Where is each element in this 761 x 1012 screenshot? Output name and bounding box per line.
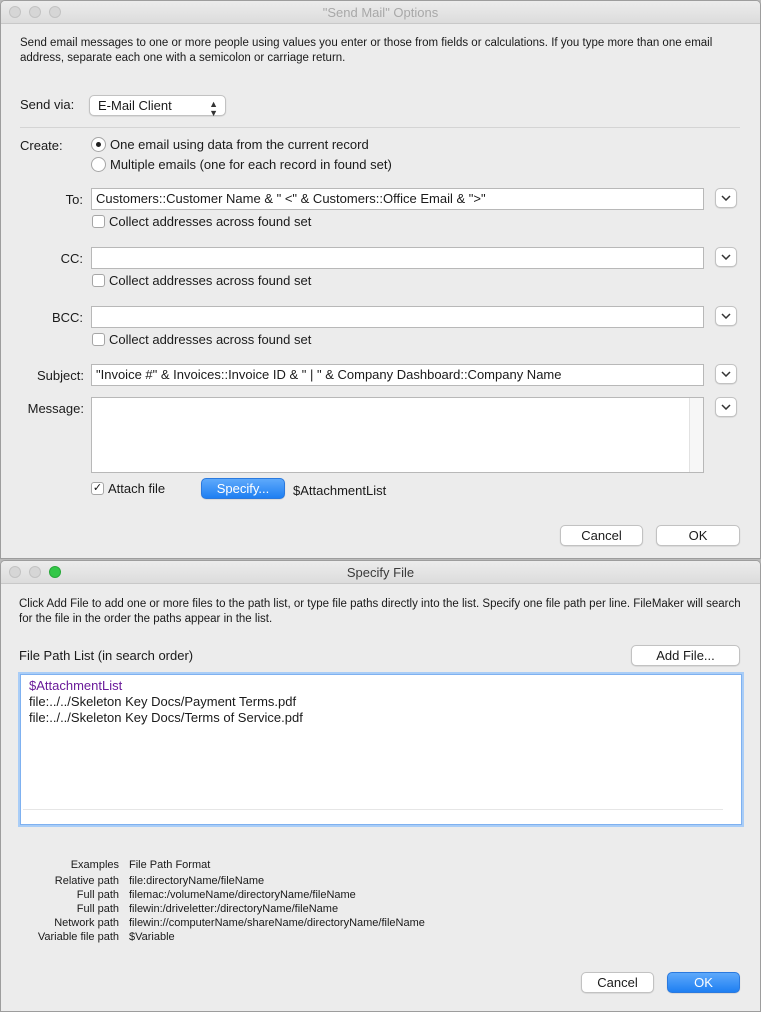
divider xyxy=(20,127,740,128)
minimize-icon[interactable] xyxy=(29,6,41,18)
bcc-collect-label: Collect addresses across found set xyxy=(109,332,312,347)
subject-options-button[interactable] xyxy=(715,364,737,384)
file-path-line-1: $AttachmentList xyxy=(29,678,123,693)
message-field[interactable] xyxy=(91,397,704,473)
cc-field[interactable] xyxy=(91,247,704,269)
to-label: To: xyxy=(65,192,83,207)
cc-collect-checkbox[interactable] xyxy=(92,274,105,287)
examples-header: Examples xyxy=(70,859,119,871)
send-mail-titlebar: "Send Mail" Options xyxy=(1,1,760,24)
chevron-down-icon xyxy=(721,371,731,377)
file-path-list-label: File Path List (in search order) xyxy=(19,648,194,663)
create-option-one-label: One email using data from the current re… xyxy=(110,137,369,152)
zoom-icon[interactable] xyxy=(49,6,61,18)
cc-collect-label: Collect addresses across found set xyxy=(109,273,312,288)
zoom-icon[interactable] xyxy=(49,566,61,578)
window-controls xyxy=(9,6,61,18)
send-via-label: Send via: xyxy=(20,97,75,112)
send-via-value: E-Mail Client xyxy=(98,98,172,113)
cc-options-button[interactable] xyxy=(715,247,737,267)
close-icon[interactable] xyxy=(9,566,21,578)
send-mail-cancel-button[interactable]: Cancel xyxy=(560,525,643,546)
specify-file-ok-button[interactable]: OK xyxy=(667,972,740,993)
bcc-label: BCC: xyxy=(51,310,83,325)
send-mail-description: Send email messages to one or more peopl… xyxy=(20,37,713,64)
specify-file-description: Click Add File to add one or more files … xyxy=(19,598,741,625)
create-label: Create: xyxy=(20,138,63,153)
specify-button[interactable]: Specify... xyxy=(201,478,285,499)
bcc-collect-checkbox[interactable] xyxy=(92,333,105,346)
example-label: Full path xyxy=(76,889,119,901)
example-format: filewin://computerName/shareName/directo… xyxy=(129,917,425,929)
updown-chevron-icon: ▲ ▼ xyxy=(209,99,218,118)
message-label: Message: xyxy=(27,401,84,416)
minimize-icon[interactable] xyxy=(29,566,41,578)
specify-file-window: Specify File Click Add File to add one o… xyxy=(0,560,761,1012)
to-collect-checkbox[interactable] xyxy=(92,215,105,228)
example-label: Variable file path xyxy=(37,931,119,943)
chevron-down-icon xyxy=(721,195,731,201)
file-path-line-3: file:../../Skeleton Key Docs/Terms of Se… xyxy=(29,710,303,725)
specify-file-titlebar: Specify File xyxy=(1,561,760,584)
chevron-down-icon xyxy=(721,404,731,410)
bcc-options-button[interactable] xyxy=(715,306,737,326)
window-title: Specify File xyxy=(346,565,415,580)
example-label: Relative path xyxy=(54,875,119,887)
attach-file-checkbox[interactable]: ✓ xyxy=(91,482,104,495)
close-icon[interactable] xyxy=(9,6,21,18)
format-header: File Path Format xyxy=(129,859,211,871)
specify-file-cancel-button[interactable]: Cancel xyxy=(581,972,654,993)
attach-file-label: Attach file xyxy=(108,481,166,496)
file-path-list[interactable]: $AttachmentList file:../../Skeleton Key … xyxy=(20,674,742,825)
example-format: $Variable xyxy=(129,931,175,943)
to-options-button[interactable] xyxy=(715,188,737,208)
cc-label: CC: xyxy=(60,251,83,266)
example-format: file:directoryName/fileName xyxy=(129,875,265,887)
attachment-value: $AttachmentList xyxy=(293,483,387,498)
message-scrollbar[interactable] xyxy=(689,398,703,472)
subject-label: Subject: xyxy=(37,368,84,383)
example-format: filemac:/volumeName/directoryName/fileNa… xyxy=(129,889,356,901)
create-option-multiple-label: Multiple emails (one for each record in … xyxy=(110,157,392,172)
chevron-down-icon xyxy=(721,313,731,319)
create-multiple-emails-radio[interactable] xyxy=(91,157,106,172)
send-via-select[interactable]: E-Mail Client ▲ ▼ xyxy=(89,95,226,118)
chevron-down-icon xyxy=(721,254,731,260)
example-label: Network path xyxy=(54,917,119,929)
send-mail-options-window: "Send Mail" Options Send email messages … xyxy=(0,0,761,559)
example-format: filewin:/driveletter:/directoryName/file… xyxy=(129,903,339,915)
bcc-field[interactable] xyxy=(91,306,704,328)
example-label: Full path xyxy=(76,903,119,915)
send-mail-ok-button[interactable]: OK xyxy=(656,525,740,546)
window-controls xyxy=(9,566,61,578)
window-title: "Send Mail" Options xyxy=(322,5,439,20)
subject-field[interactable]: "Invoice #" & Invoices::Invoice ID & " |… xyxy=(91,364,704,386)
to-field[interactable]: Customers::Customer Name & " <" & Custom… xyxy=(91,188,704,210)
create-one-email-radio[interactable] xyxy=(91,137,106,152)
list-divider xyxy=(23,809,723,810)
add-file-button[interactable]: Add File... xyxy=(631,645,740,666)
file-path-line-2: file:../../Skeleton Key Docs/Payment Ter… xyxy=(29,694,297,709)
to-collect-label: Collect addresses across found set xyxy=(109,214,312,229)
message-options-button[interactable] xyxy=(715,397,737,417)
